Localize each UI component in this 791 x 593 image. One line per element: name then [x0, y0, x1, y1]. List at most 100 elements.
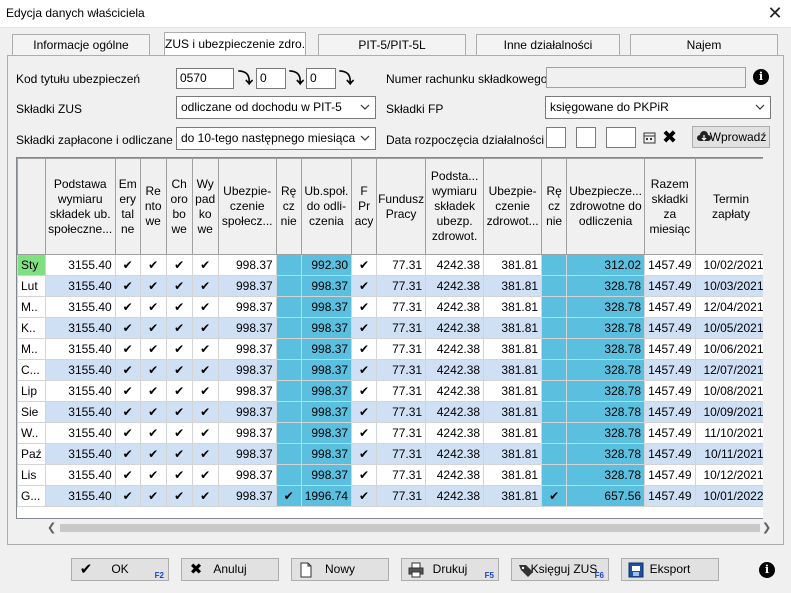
table-cell[interactable]: 1457.49	[644, 485, 696, 507]
column-header[interactable]: Razem składki za miesiąc	[644, 158, 696, 255]
table-cell[interactable]: ✔	[275, 485, 302, 507]
check-cell[interactable]: ✔	[351, 464, 378, 486]
table-cell[interactable]	[275, 464, 302, 486]
table-cell[interactable]: 3155.40	[44, 296, 116, 318]
table-cell[interactable]	[541, 422, 568, 444]
column-header[interactable]: Podstawa wymiaru składek ub. społeczne..…	[44, 158, 116, 255]
table-cell[interactable]: 3155.40	[44, 254, 116, 276]
kod-arrow-3-icon[interactable]: ⤵	[339, 68, 354, 89]
tab-inne[interactable]: Inne działalności	[476, 34, 620, 56]
table-cell[interactable]: 998.37	[217, 317, 277, 339]
table-cell[interactable]: 998.37	[300, 338, 353, 360]
table-row[interactable]: Lip 3155.40 ✔ ✔ ✔ ✔ 998.37 998.37 ✔ 77.31 4242.38 3…	[17, 380, 768, 402]
table-cell[interactable]: 1457.49	[644, 275, 696, 297]
table-cell[interactable]: 328.78	[566, 317, 646, 339]
month-cell[interactable]: M..	[17, 338, 46, 360]
check-cell[interactable]: ✔	[165, 338, 193, 360]
table-cell[interactable]: 3155.40	[44, 317, 116, 339]
check-cell[interactable]: ✔	[351, 296, 378, 318]
tab-najem[interactable]: Najem	[630, 34, 778, 56]
table-cell[interactable]: 998.37	[300, 401, 353, 423]
check-cell[interactable]: ✔	[191, 485, 219, 507]
scroll-left-icon[interactable]: ❮	[47, 521, 56, 534]
check-cell[interactable]: ✔	[191, 317, 219, 339]
month-cell[interactable]: Lis	[17, 464, 46, 486]
scroll-right-icon[interactable]: ❯	[762, 521, 771, 534]
table-row[interactable]: Paź 3155.40 ✔ ✔ ✔ ✔ 998.37 998.37 ✔ 77.31 4242.38 3…	[17, 443, 768, 465]
check-cell[interactable]: ✔	[139, 401, 167, 423]
table-cell[interactable]: 328.78	[566, 401, 646, 423]
column-header[interactable]: Podsta... wymiaru składek ubezp. zdrowot…	[425, 158, 485, 255]
table-cell[interactable]: 10/08/2021	[694, 380, 768, 402]
check-cell[interactable]: ✔	[114, 254, 141, 276]
wprowadz-button[interactable]: Wprowadź	[692, 126, 770, 148]
anuluj-button[interactable]: ✖ Anuluj	[181, 558, 279, 581]
check-cell[interactable]: ✔	[191, 359, 219, 381]
check-cell[interactable]: ✔	[351, 401, 378, 423]
table-cell[interactable]: 1457.49	[644, 296, 696, 318]
check-cell[interactable]: ✔	[114, 443, 141, 465]
table-cell[interactable]: 998.37	[217, 464, 277, 486]
month-cell[interactable]: G...	[17, 485, 46, 507]
check-cell[interactable]: ✔	[139, 443, 167, 465]
table-cell[interactable]: 1457.49	[644, 422, 696, 444]
check-cell[interactable]: ✔	[114, 485, 141, 507]
check-cell[interactable]: ✔	[351, 317, 378, 339]
check-cell[interactable]: ✔	[114, 296, 141, 318]
table-cell[interactable]: 328.78	[566, 275, 646, 297]
date-year-input[interactable]	[606, 127, 636, 148]
table-cell[interactable]: 998.37	[300, 380, 353, 402]
table-cell[interactable]: 381.81	[483, 485, 543, 507]
table-cell[interactable]	[541, 296, 568, 318]
column-header[interactable]: Ch oro bo we	[165, 158, 193, 255]
table-cell[interactable]: 381.81	[483, 338, 543, 360]
table-cell[interactable]	[541, 359, 568, 381]
help-info-icon[interactable]: i	[759, 562, 775, 578]
table-cell[interactable]: 4242.38	[425, 296, 485, 318]
table-cell[interactable]: 1457.49	[644, 443, 696, 465]
table-cell[interactable]: 1996.74	[300, 485, 353, 507]
check-cell[interactable]: ✔	[191, 380, 219, 402]
table-cell[interactable]: 10/11/2021	[694, 443, 768, 465]
table-cell[interactable]: 77.31	[376, 464, 427, 486]
check-cell[interactable]: ✔	[139, 254, 167, 276]
table-cell[interactable]: 381.81	[483, 401, 543, 423]
table-row[interactable]: Sty 3155.40 ✔ ✔ ✔ ✔ 998.37 992.30 ✔ 77.31 4242.38 3…	[17, 254, 768, 276]
table-cell[interactable]: 1457.49	[644, 338, 696, 360]
table-cell[interactable]: 381.81	[483, 359, 543, 381]
kod-input-2[interactable]: 0	[256, 68, 286, 89]
check-cell[interactable]: ✔	[191, 401, 219, 423]
check-cell[interactable]: ✔	[191, 422, 219, 444]
month-cell[interactable]: Lut	[17, 275, 46, 297]
date-day-input[interactable]	[546, 127, 566, 148]
check-cell[interactable]: ✔	[191, 338, 219, 360]
check-cell[interactable]: ✔	[165, 317, 193, 339]
check-cell[interactable]: ✔	[191, 275, 219, 297]
column-header[interactable]	[17, 158, 46, 255]
table-cell[interactable]	[275, 254, 302, 276]
table-cell[interactable]: 381.81	[483, 380, 543, 402]
check-cell[interactable]: ✔	[114, 359, 141, 381]
column-header[interactable]: Rę cz nie	[541, 158, 568, 255]
table-cell[interactable]: 4242.38	[425, 254, 485, 276]
month-cell[interactable]: Lip	[17, 380, 46, 402]
table-cell[interactable]: 4242.38	[425, 401, 485, 423]
table-cell[interactable]	[275, 359, 302, 381]
table-cell[interactable]: 992.30	[300, 254, 353, 276]
table-cell[interactable]: 10/12/2021	[694, 464, 768, 486]
check-cell[interactable]: ✔	[351, 485, 378, 507]
table-cell[interactable]	[275, 296, 302, 318]
table-cell[interactable]: 77.31	[376, 296, 427, 318]
check-cell[interactable]: ✔	[139, 296, 167, 318]
check-cell[interactable]: ✔	[191, 464, 219, 486]
table-cell[interactable]	[541, 254, 568, 276]
table-cell[interactable]: 381.81	[483, 464, 543, 486]
check-cell[interactable]: ✔	[139, 317, 167, 339]
table-row[interactable]: C... 3155.40 ✔ ✔ ✔ ✔ 998.37 998.37 ✔ 77.31 4242.38…	[17, 359, 768, 381]
table-cell[interactable]	[275, 338, 302, 360]
table-cell[interactable]	[275, 422, 302, 444]
table-cell[interactable]: 998.37	[300, 317, 353, 339]
check-cell[interactable]: ✔	[114, 338, 141, 360]
table-cell[interactable]: 77.31	[376, 401, 427, 423]
table-cell[interactable]: 328.78	[566, 464, 646, 486]
